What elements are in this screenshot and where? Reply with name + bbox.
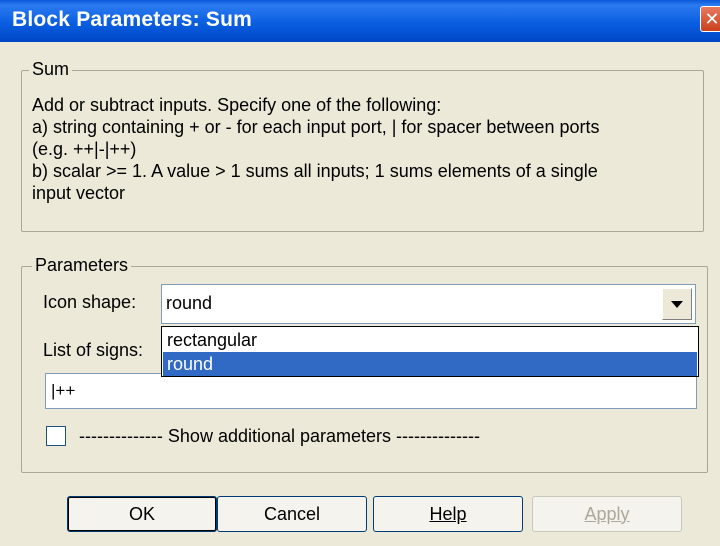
show-additional-checkbox[interactable] xyxy=(46,426,66,446)
dropdown-button[interactable] xyxy=(662,288,692,320)
sum-group-label: Sum xyxy=(29,59,73,80)
icon-shape-label: Icon shape: xyxy=(43,292,137,312)
cancel-button-label: Cancel xyxy=(263,503,321,524)
apply-button-label: Apply xyxy=(584,503,630,524)
icon-shape-dropdown-list: rectangular round xyxy=(161,326,699,377)
icon-shape-select[interactable]: round xyxy=(161,284,696,324)
sum-description: Add or subtract inputs. Specify one of t… xyxy=(32,94,702,204)
ok-button-label: OK xyxy=(128,503,155,524)
description-line: Add or subtract inputs. Specify one of t… xyxy=(32,95,442,115)
ok-button[interactable]: OK xyxy=(67,496,217,532)
cancel-button[interactable]: Cancel xyxy=(217,496,367,532)
description-line: a) string containing + or - for each inp… xyxy=(32,117,600,137)
description-line: b) scalar >= 1. A value > 1 sums all inp… xyxy=(32,161,598,181)
dropdown-option-round[interactable]: round xyxy=(163,352,697,376)
apply-button[interactable]: Apply xyxy=(532,496,682,532)
chevron-down-icon xyxy=(671,300,683,308)
list-of-signs-input-box xyxy=(45,373,697,409)
show-additional-label: -------------- Show additional parameter… xyxy=(79,426,480,446)
dropdown-option-rectangular[interactable]: rectangular xyxy=(163,328,697,352)
list-of-signs-label: List of signs: xyxy=(43,340,144,360)
close-icon: ✕ xyxy=(704,8,720,29)
title-bar: Block Parameters: Sum ✕ xyxy=(0,0,720,42)
help-button-label: Help xyxy=(429,503,467,524)
icon-shape-value: round xyxy=(166,293,213,313)
help-button[interactable]: Help xyxy=(373,496,523,532)
list-of-signs-input[interactable] xyxy=(46,374,696,408)
close-button[interactable]: ✕ xyxy=(700,6,720,32)
description-line: (e.g. ++|-|++) xyxy=(32,139,137,159)
window-title: Block Parameters: Sum xyxy=(12,8,252,31)
parameters-group-label: Parameters xyxy=(32,255,132,276)
description-line: input vector xyxy=(32,183,126,203)
